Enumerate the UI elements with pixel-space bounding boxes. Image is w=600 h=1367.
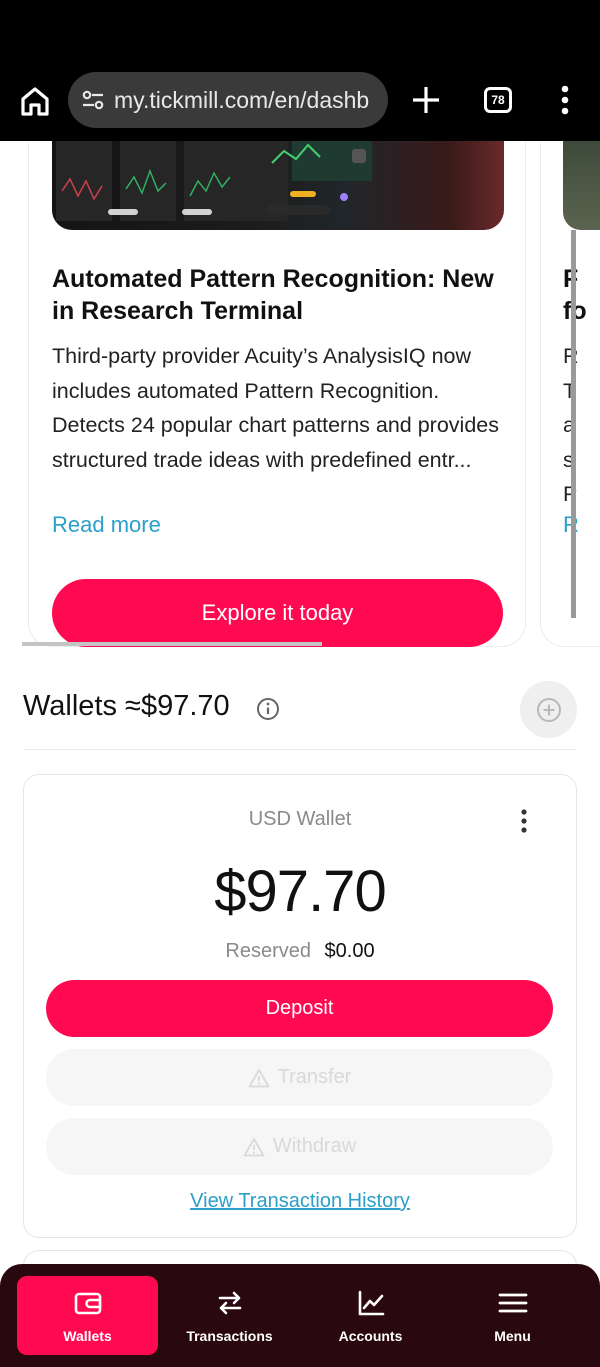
carousel-scrollbar[interactable]: [22, 642, 322, 646]
promo-card-description: Third-party provider Acuity’s AnalysisIQ…: [52, 344, 499, 472]
wallet-balance: $97.70: [214, 859, 386, 924]
reserved-label: Reserved: [225, 940, 311, 962]
read-more-link[interactable]: Read more: [52, 512, 161, 538]
nav-label: Wallets: [63, 1327, 112, 1344]
reserved-value: $0.00: [324, 940, 375, 962]
plus-circle-icon: [536, 697, 561, 722]
nav-menu[interactable]: Menu: [442, 1276, 583, 1355]
url-text: my.tickmill.com/en/dashb: [114, 86, 370, 113]
view-transaction-history-link[interactable]: View Transaction History: [23, 1190, 577, 1213]
arrows-swap-icon: [218, 1291, 241, 1314]
transfer-label: Transfer: [277, 1066, 352, 1088]
warning-icon: [243, 1137, 265, 1156]
promo-card-image: [52, 141, 504, 230]
reserved-row: Reserved $0.00: [23, 940, 577, 963]
warning-icon: [248, 1068, 270, 1087]
browser-toolbar: my.tickmill.com/en/dashb 78: [0, 0, 600, 141]
transfer-button[interactable]: Transfer: [46, 1049, 553, 1106]
trading-charts-illustration: [56, 141, 372, 221]
address-bar[interactable]: my.tickmill.com/en/dashb: [68, 72, 388, 128]
next-promo-card-image: [563, 141, 600, 230]
home-icon[interactable]: [18, 84, 52, 118]
wallets-heading: Wallets ≈$97.70: [23, 690, 230, 722]
nav-transactions[interactable]: Transactions: [159, 1276, 300, 1355]
card-scrollbar[interactable]: [571, 230, 576, 618]
info-icon[interactable]: [256, 697, 280, 721]
promo-card-title: Automated Pattern Recognition: New in Re…: [52, 265, 494, 325]
nav-label: Menu: [494, 1327, 531, 1344]
nav-accounts[interactable]: Accounts: [300, 1276, 441, 1355]
withdraw-label: Withdraw: [272, 1135, 357, 1157]
add-wallet-button[interactable]: [520, 681, 577, 738]
next-promo-card[interactable]: F fo R T a s P R: [540, 141, 600, 647]
new-tab-icon[interactable]: [410, 84, 442, 116]
site-settings-icon[interactable]: [80, 87, 106, 113]
wallet-options-icon[interactable]: [514, 808, 534, 834]
divider: [23, 749, 577, 750]
tab-switcher-button[interactable]: 78: [484, 87, 512, 113]
wallet-name: USD Wallet: [248, 808, 352, 830]
wallet-icon: [74, 1292, 101, 1314]
nav-label: Transactions: [186, 1327, 273, 1344]
nav-wallets[interactable]: Wallets: [17, 1276, 158, 1355]
deposit-button[interactable]: Deposit: [46, 980, 553, 1037]
withdraw-button[interactable]: Withdraw: [46, 1118, 553, 1175]
browser-menu-icon[interactable]: [554, 84, 576, 116]
hamburger-icon: [498, 1293, 527, 1312]
bottom-navigation: Wallets Transactions Accounts Menu: [0, 1264, 600, 1367]
chart-line-icon: [358, 1290, 384, 1315]
explore-button[interactable]: Explore it today: [52, 579, 503, 647]
nav-label: Accounts: [338, 1327, 403, 1344]
